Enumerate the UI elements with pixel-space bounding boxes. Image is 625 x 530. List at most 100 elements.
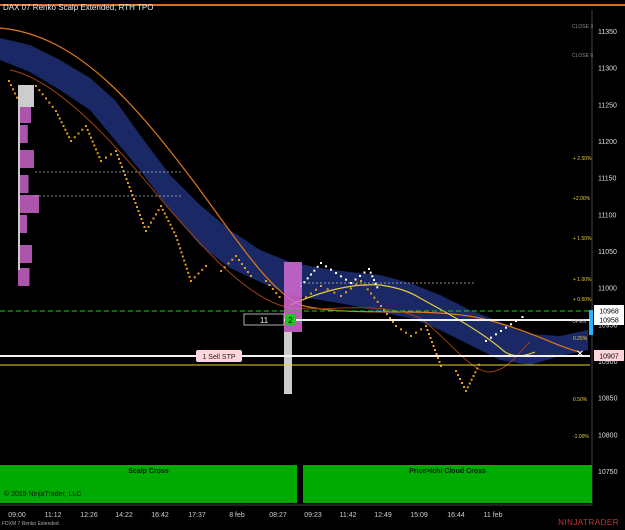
- renko-brick: [81, 128, 84, 131]
- renko-brick: [177, 243, 180, 246]
- renko-brick: [326, 288, 329, 291]
- renko-brick: [428, 333, 430, 335]
- renko-brick: [136, 206, 138, 208]
- renko-brick: [425, 325, 427, 327]
- renko-brick: [231, 258, 234, 261]
- renko-brick: [335, 272, 337, 274]
- renko-brick: [244, 267, 246, 269]
- renko-brick: [85, 125, 87, 127]
- renko-brick: [118, 158, 120, 160]
- percent-label: + 2.50%: [573, 156, 592, 162]
- ninjatrader-logo: NINJATRADER: [558, 518, 619, 527]
- renko-brick: [110, 153, 112, 156]
- renko-brick: [275, 292, 278, 294]
- renko-brick: [165, 216, 168, 219]
- renko-brick: [305, 296, 307, 299]
- renko-brick: [70, 140, 72, 142]
- renko-brick: [345, 291, 347, 294]
- time-label: 16:42: [151, 512, 169, 519]
- price-label: 11350: [598, 29, 617, 36]
- time-label: 16:44: [447, 512, 465, 519]
- renko-brick: [220, 270, 222, 272]
- renko-brick: [463, 386, 465, 388]
- price-label: 10800: [598, 432, 618, 439]
- renko-brick: [205, 265, 207, 267]
- renko-brick: [173, 231, 176, 234]
- renko-brick: [438, 361, 441, 363]
- time-label: 14:22: [115, 512, 133, 519]
- time-label: 09:00: [8, 512, 26, 519]
- tpo-profile-block: [18, 150, 34, 168]
- renko-brick: [184, 263, 187, 266]
- renko-brick: [16, 96, 18, 99]
- renko-brick: [340, 295, 342, 297]
- renko-brick: [197, 272, 200, 275]
- instrument-footer: FDXM 7 Renko Extended: [2, 521, 59, 527]
- close-label: CLOSE 6: [572, 53, 593, 59]
- renko-brick: [125, 178, 128, 180]
- renko-brick: [119, 162, 122, 164]
- renko-brick: [354, 278, 357, 281]
- renko-brick: [38, 89, 41, 92]
- renko-brick: [128, 186, 131, 188]
- time-label: 11:42: [340, 512, 357, 519]
- renko-brick: [371, 275, 374, 278]
- renko-brick: [142, 222, 144, 224]
- renko-brick: [64, 128, 67, 131]
- renko-brick: [116, 154, 119, 156]
- price-label: 11200: [598, 139, 617, 146]
- renko-brick: [179, 247, 182, 250]
- renko-brick: [66, 132, 69, 135]
- renko-brick: [376, 286, 379, 289]
- renko-brick: [495, 333, 497, 336]
- renko-brick: [465, 390, 467, 392]
- renko-brick: [380, 305, 382, 307]
- renko-brick: [363, 284, 366, 287]
- renko-brick: [51, 105, 54, 108]
- renko-brick: [415, 331, 417, 334]
- order-quantity: 11: [260, 316, 269, 325]
- renko-brick: [386, 313, 388, 315]
- time-label: 12:26: [80, 512, 98, 519]
- price-label: 10750: [598, 469, 618, 476]
- renko-brick: [333, 291, 336, 294]
- renko-brick: [431, 341, 433, 343]
- price-label: 11150: [598, 176, 617, 183]
- renko-brick: [68, 136, 71, 139]
- renko-brick: [306, 277, 309, 280]
- scalp-cross-title: Scalp Cross: [128, 468, 169, 475]
- renko-brick: [505, 326, 507, 329]
- renko-brick: [310, 292, 312, 295]
- renko-brick: [14, 92, 16, 95]
- price-label: 11050: [598, 249, 617, 256]
- renko-brick: [152, 217, 155, 220]
- renko-brick: [133, 198, 135, 200]
- renko-brick: [201, 268, 204, 271]
- percent-label: + 1.00%: [573, 277, 592, 283]
- renko-brick: [459, 378, 461, 380]
- renko-brick: [271, 288, 274, 290]
- renko-brick: [137, 210, 140, 212]
- percent-label: + 0.50%: [573, 297, 592, 303]
- chart-canvas[interactable]: 11 2 1 Sell STP ✕ OPEN 11350 11300 11250 11200 11…: [0, 0, 625, 530]
- renko-brick: [91, 140, 94, 143]
- ichi-cloud-cross-panel[interactable]: Price>Ichi Cloud Cross: [303, 465, 592, 503]
- renko-brick: [368, 268, 370, 270]
- renko-brick: [325, 265, 327, 268]
- renko-brick: [41, 93, 44, 96]
- renko-brick: [429, 337, 432, 339]
- tpo-profile-left-bar: [18, 85, 20, 270]
- tpo-profile-top-block: [18, 85, 34, 107]
- renko-brick: [88, 132, 91, 135]
- renko-brick: [485, 340, 487, 342]
- renko-brick: [45, 97, 47, 100]
- renko-brick: [457, 374, 459, 376]
- renko-brick: [183, 259, 186, 262]
- renko-brick: [73, 136, 76, 139]
- renko-brick: [180, 251, 183, 254]
- renko-brick: [140, 218, 143, 220]
- renko-brick: [392, 321, 394, 323]
- renko-brick: [150, 221, 152, 224]
- percent-label: + 1.50%: [573, 236, 592, 242]
- renko-brick: [468, 382, 471, 385]
